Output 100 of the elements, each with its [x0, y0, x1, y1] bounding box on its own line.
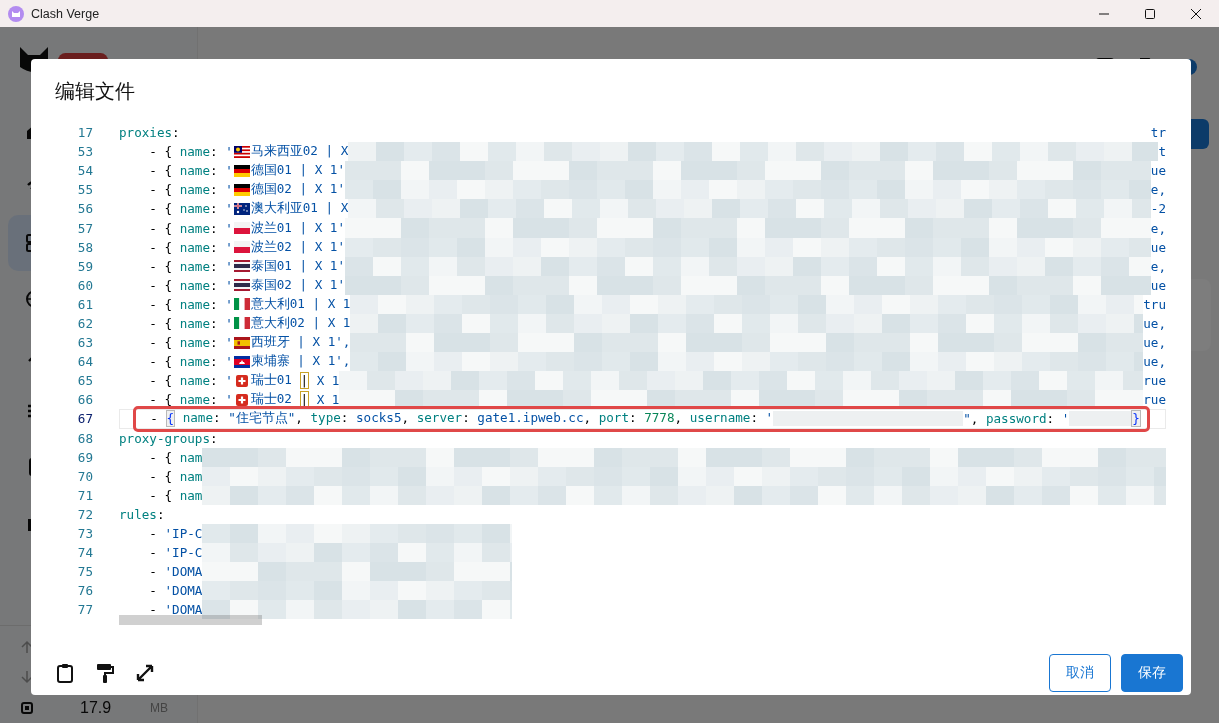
code-text: - { name: ': [148, 144, 233, 160]
line-number: 77: [76, 602, 93, 618]
code-text: ue: [1150, 277, 1166, 293]
line-number: 54: [76, 163, 93, 179]
code-text: - { name: ': [148, 316, 233, 331]
line-number: 61: [76, 296, 93, 312]
code-text: 波兰02 | X 1': [250, 238, 346, 256]
code-text: name: "住宅节点", type: socks5, server: gate1.ipweb.cc, port: 7778, username: ': [182, 410, 774, 428]
bracket-highlight: |: [299, 391, 310, 409]
code-text: - { name: ': [148, 239, 233, 255]
upload-arrow-icon: [20, 640, 34, 654]
code-text: - 'DOMA: [148, 583, 203, 599]
line-number: 17: [76, 125, 93, 141]
expand-icon[interactable]: [135, 663, 155, 683]
code-text: 意大利01 | X 1: [250, 295, 351, 313]
close-icon[interactable]: [1191, 8, 1201, 19]
code-text: 瑞士02: [250, 391, 293, 409]
redacted-text: [1069, 411, 1132, 427]
code-text: - { nam: [148, 487, 203, 503]
code-text: - { name: ': [148, 258, 233, 274]
code-text: 德国02 | X 1': [250, 181, 346, 199]
code-text: 德国01 | X 1': [250, 162, 346, 180]
code-text: - { name: ': [148, 335, 233, 351]
window-title: Clash Verge: [31, 6, 100, 21]
code-text: 西班牙 | X 1',: [250, 334, 351, 352]
bracket-highlight: }: [1131, 410, 1141, 428]
line-number: 74: [76, 545, 93, 561]
flag-icon: [233, 222, 250, 234]
code-text: X 1: [315, 392, 340, 408]
memory-value: 17.9: [80, 698, 113, 717]
line-number: 66: [76, 392, 93, 408]
code-text: rules:: [119, 506, 165, 522]
flag-icon: [233, 279, 250, 292]
flag-icon: [233, 355, 250, 368]
chip-icon: [20, 700, 34, 715]
code-text: rue: [1143, 373, 1166, 389]
line-number: 60: [76, 277, 93, 293]
save-button[interactable]: 保存: [1121, 654, 1183, 692]
code-text: proxies:: [119, 125, 180, 141]
code-text: ue,: [1143, 316, 1166, 331]
code-text: ue: [1150, 163, 1166, 179]
line-number: 69: [76, 449, 93, 465]
line-number: 55: [76, 182, 93, 198]
line-number: 53: [76, 144, 93, 160]
code-text: proxy-groups:: [119, 430, 218, 446]
bracket-highlight: |: [299, 372, 310, 390]
flag-icon: [233, 317, 250, 330]
bracket-highlight: {: [165, 410, 176, 428]
line-number: 57: [76, 220, 93, 236]
cancel-button[interactable]: 取消: [1049, 654, 1111, 692]
minimize-icon[interactable]: [1099, 12, 1109, 15]
line-number: 70: [76, 468, 93, 484]
line-number: 59: [76, 258, 93, 274]
code-text: ue,: [1143, 354, 1166, 370]
code-text: ue: [1150, 239, 1166, 255]
code-text: e,: [1150, 182, 1166, 198]
code-text: - { name: ': [148, 296, 233, 312]
flag-icon: [233, 298, 250, 311]
line-number: 65: [76, 373, 93, 389]
line-number: 67: [76, 411, 93, 427]
code-text: - { name: ': [148, 220, 233, 236]
code-text: - 'IP-C: [148, 526, 203, 541]
code-text: 意大利02 | X 1: [250, 315, 351, 332]
flag-icon: [233, 164, 250, 177]
code-text: - { name: ': [148, 163, 233, 179]
code-text: ", password: ': [963, 411, 1070, 427]
flag-icon: [233, 202, 250, 215]
app-logo-icon: [8, 5, 24, 22]
code-text: - { nam: [148, 468, 203, 484]
line-number: 73: [76, 526, 93, 541]
code-text: - { name: ': [148, 354, 233, 370]
line-number: 64: [76, 354, 93, 370]
code-text: 泰国01 | X 1': [250, 257, 346, 275]
clipboard-icon[interactable]: [55, 663, 75, 683]
code-text: 波兰01 | X 1': [250, 219, 346, 237]
code-text: - { name: ': [148, 373, 233, 389]
code-text: t: [1158, 144, 1166, 160]
code-text: - { name: ': [148, 277, 233, 293]
maximize-icon[interactable]: [1145, 8, 1155, 19]
line-number: 63: [76, 335, 93, 351]
line-number: 72: [76, 506, 93, 522]
flag-icon: [233, 393, 250, 406]
line-number: 58: [76, 239, 93, 255]
scrollbar-thumb[interactable]: [119, 615, 262, 625]
line-number: 76: [76, 583, 93, 599]
line-number: 71: [76, 487, 93, 503]
download-arrow-icon: [20, 670, 34, 684]
flag-icon: [233, 336, 250, 349]
dialog-title: 编辑文件: [55, 79, 135, 103]
code-text: X 1: [315, 373, 340, 389]
code-text: 泰国02 | X 1': [250, 276, 346, 294]
line-number: 75: [76, 564, 93, 580]
code-text: - { nam: [148, 449, 203, 465]
paint-roller-icon[interactable]: [95, 663, 115, 683]
code-text: rue: [1143, 392, 1166, 408]
line-number: 62: [76, 316, 93, 331]
code-text: 澳大利亚01 | X: [250, 200, 349, 218]
code-text: 马来西亚02 | X: [250, 143, 349, 161]
code-text: 柬埔寨 | X 1',: [250, 353, 351, 371]
code-text: -2: [1150, 201, 1166, 217]
